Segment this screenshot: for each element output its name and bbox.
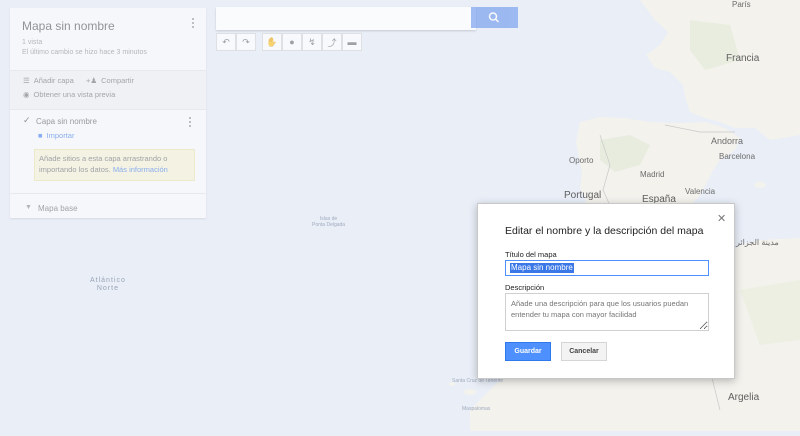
map-label-algeria: Argelia [728, 392, 760, 403]
chevron-down-icon[interactable]: ▼ [25, 204, 32, 211]
description-field[interactable] [505, 293, 709, 331]
layer-hint: Añade sitios a esta capa arrastrando o i… [34, 149, 195, 181]
share-button[interactable]: +♟ Compartir [86, 76, 134, 85]
preview-button[interactable]: ◉ Obtener una vista previa [23, 90, 115, 99]
map-label-madrid: Madrid [640, 170, 665, 179]
cancel-button[interactable]: Cancelar [561, 342, 607, 361]
divider [10, 193, 206, 194]
map-label-azores: Islas de Ponta Delgada [312, 216, 346, 228]
layer-name[interactable]: Capa sin nombre [36, 117, 97, 126]
divider [10, 70, 206, 71]
line-icon[interactable]: ↯ [302, 33, 322, 51]
eye-icon: ◉ [23, 90, 30, 99]
map-label-oporto: Oporto [569, 156, 594, 165]
close-icon[interactable]: ✕ [717, 212, 726, 225]
map-label-arabic-city: مدينة الجزائر [736, 238, 779, 247]
map-label-valencia: Valencia [685, 187, 716, 196]
map-panel: Mapa sin nombre 1 vista El último cambio… [10, 8, 206, 218]
undo-icon[interactable]: ↶ [216, 33, 236, 51]
search-icon [488, 12, 500, 23]
layer-checkbox[interactable]: ✓ [23, 116, 32, 125]
import-link[interactable]: ■ Importar [38, 131, 74, 140]
map-label-paris: París [732, 0, 751, 9]
map-label-france: Francia [726, 53, 760, 64]
file-icon: ■ [38, 131, 43, 140]
ruler-icon[interactable]: ▬ [342, 33, 362, 51]
add-layer-button[interactable]: ☰ Añadir capa [23, 76, 74, 85]
redo-icon[interactable]: ↷ [236, 33, 256, 51]
edit-map-dialog: Editar el nombre y la descripción del ma… [477, 203, 735, 379]
map-label-portugal: Portugal [564, 190, 602, 201]
layer-menu-icon[interactable] [188, 117, 192, 129]
search-input[interactable] [216, 7, 476, 30]
map-title[interactable]: Mapa sin nombre [22, 19, 115, 33]
map-menu-icon[interactable] [191, 18, 195, 30]
add-person-icon: +♟ [86, 76, 98, 85]
description-label: Descripción [505, 283, 545, 292]
hand-icon[interactable]: ✋ [262, 33, 282, 51]
map-label-maspalomas: Maspalomas [462, 406, 491, 412]
marker-icon[interactable]: ● [282, 33, 302, 51]
map-title-label: Título del mapa [505, 250, 557, 259]
map-views-count: 1 vista [22, 39, 43, 46]
layers-icon: ☰ [23, 76, 30, 85]
map-label-ocean: Atlántico Norte [90, 277, 126, 292]
more-info-link[interactable]: Más información [113, 165, 168, 174]
dialog-title: Editar el nombre y la descripción del ma… [505, 225, 704, 237]
map-label-barcelona: Barcelona [719, 152, 756, 161]
base-map-toggle[interactable]: Mapa base [38, 204, 78, 213]
map-title-value: Mapa sin nombre [510, 263, 574, 273]
map-toolbar: ↶ ↷ ✋ ● ↯ ⤴ ▬ [216, 33, 362, 51]
divider [10, 109, 206, 110]
save-button[interactable]: Guardar [505, 342, 551, 361]
directions-icon[interactable]: ⤴ [322, 33, 342, 51]
map-label-andorra: Andorra [711, 136, 744, 146]
search-button[interactable] [471, 7, 518, 28]
last-change-text: El último cambio se hizo hace 3 minutos [22, 49, 147, 56]
